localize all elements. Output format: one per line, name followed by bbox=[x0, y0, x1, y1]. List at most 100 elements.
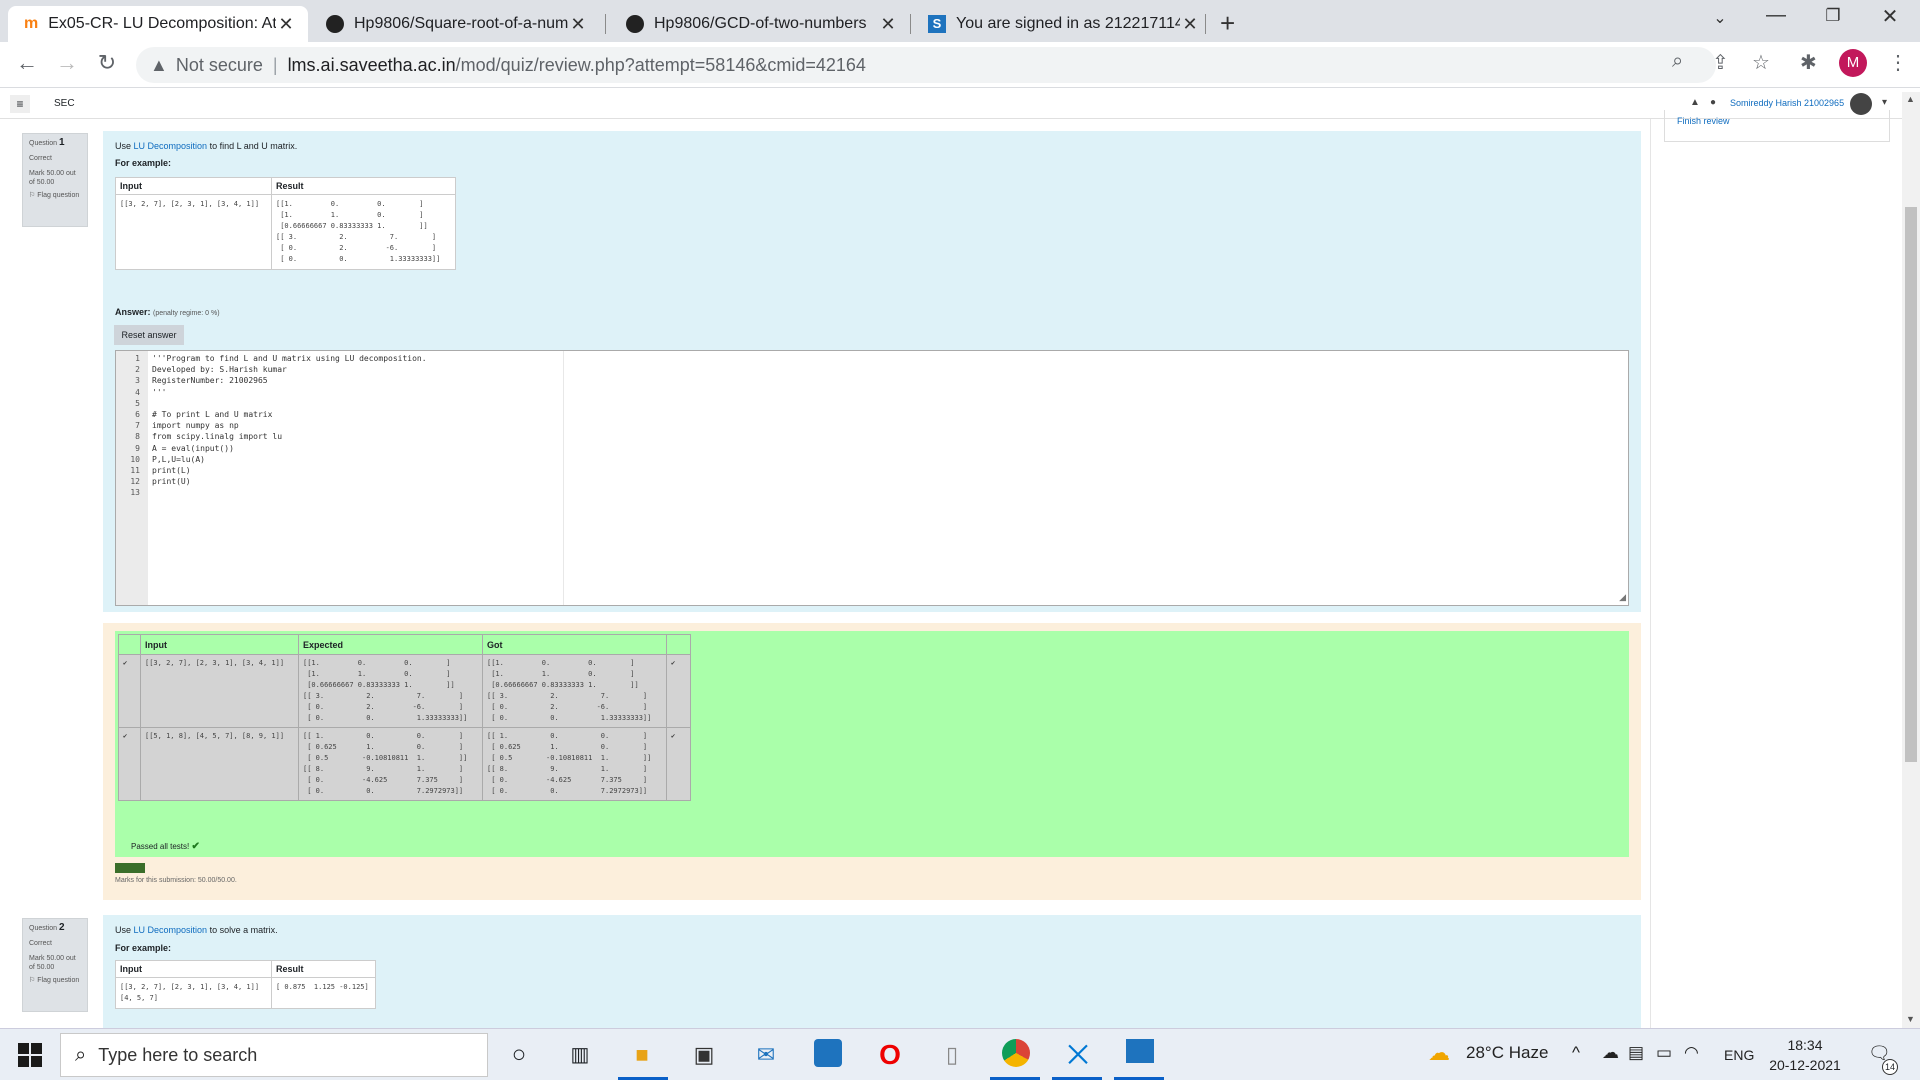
minimize-icon[interactable]: — bbox=[1756, 4, 1796, 27]
question-mark: Mark 50.00 out of 50.00 bbox=[29, 955, 76, 971]
reset-answer-button[interactable]: Reset answer bbox=[114, 325, 184, 345]
clock-date: 20-12-2021 bbox=[1769, 1057, 1841, 1073]
chrome-icon[interactable] bbox=[1000, 1039, 1032, 1071]
taskbar-search[interactable]: ⌕ Type here to search bbox=[60, 1033, 488, 1077]
profile-avatar[interactable]: M bbox=[1839, 49, 1867, 77]
lu-decomposition-link[interactable]: LU Decomposition bbox=[134, 141, 208, 151]
close-icon[interactable]: ✕ bbox=[1180, 14, 1200, 35]
task-view-icon[interactable]: ▥ bbox=[564, 1039, 596, 1071]
column-header: Input bbox=[140, 634, 299, 655]
column-header: Result bbox=[271, 960, 376, 978]
bell-icon[interactable]: ▲ bbox=[1690, 97, 1700, 108]
close-icon[interactable]: ✕ bbox=[568, 14, 588, 35]
marks-text: Marks for this submission: 50.00/50.00. bbox=[115, 877, 237, 884]
battery-icon[interactable]: ▭ bbox=[1656, 1043, 1672, 1063]
new-tab-icon[interactable]: + bbox=[1220, 8, 1235, 39]
wifi-icon[interactable]: ◠ bbox=[1684, 1043, 1699, 1063]
chevron-up-icon[interactable]: ^ bbox=[1572, 1043, 1580, 1063]
back-icon[interactable]: ← bbox=[12, 50, 42, 76]
line-number: 13 bbox=[130, 488, 140, 498]
s-icon: S bbox=[928, 15, 946, 33]
photos-icon[interactable] bbox=[1124, 1039, 1156, 1071]
close-icon[interactable]: ✕ bbox=[276, 14, 296, 35]
chat-icon[interactable]: ● bbox=[1710, 97, 1716, 108]
question-state: Correct bbox=[29, 940, 52, 947]
tab-signed-in[interactable]: S You are signed in as 2122171141 ✕ bbox=[912, 6, 1212, 42]
table-row: [[3, 2, 7], [2, 3, 1], [3, 4, 1]] [[1. 0… bbox=[115, 194, 456, 270]
file-explorer-icon[interactable]: ■ bbox=[626, 1039, 658, 1071]
line-number: 10 bbox=[130, 454, 140, 464]
scroll-down-icon[interactable]: ▼ bbox=[1906, 1014, 1915, 1024]
example-input: [[3, 2, 7], [2, 3, 1], [3, 4, 1]] [4, 5,… bbox=[115, 977, 272, 1009]
tab-github-sqrt[interactable]: Hp9806/Square-root-of-a-numbe ✕ bbox=[310, 6, 600, 42]
store-icon[interactable]: ▣ bbox=[688, 1039, 720, 1071]
example-table: Input Result [[3, 2, 7], [2, 3, 1], [3, … bbox=[115, 177, 456, 270]
address-bar[interactable]: ▲ Not secure | lms.ai.saveetha.ac.in /mo… bbox=[136, 47, 1716, 83]
code-text: RegisterNumber: 21002965 bbox=[152, 376, 268, 386]
example-result: [ 0.875 1.125 -0.125] bbox=[271, 977, 376, 1009]
cortana-icon[interactable]: ○ bbox=[503, 1039, 535, 1071]
kebab-menu-icon[interactable]: ⋮ bbox=[1888, 50, 1908, 75]
chevron-down-icon[interactable]: ▾ bbox=[1882, 97, 1887, 108]
line-number: 6 bbox=[135, 410, 140, 419]
example-result: [[1. 0. 0. ] [1. 1. 0. ] [0.66666667 0.8… bbox=[271, 194, 456, 270]
line-number: 12 bbox=[130, 477, 140, 487]
page-scrollbar[interactable]: ▲ ▼ bbox=[1902, 92, 1920, 1028]
print-margin bbox=[563, 351, 564, 605]
test-expected: [[1. 0. 0. ] [1. 1. 0. ] [0.66666667 0.8… bbox=[298, 654, 483, 728]
for-example-label: For example: bbox=[115, 158, 172, 168]
extensions-icon[interactable]: ✱ bbox=[1800, 50, 1817, 75]
scroll-thumb[interactable] bbox=[1905, 207, 1917, 762]
answer-label: Answer: (penalty regime: 0 %) bbox=[115, 307, 220, 317]
dell-icon[interactable] bbox=[812, 1039, 844, 1071]
vscode-icon[interactable]: ⨉ bbox=[1062, 1039, 1094, 1071]
scroll-up-icon[interactable]: ▲ bbox=[1906, 94, 1915, 104]
window-close-icon[interactable]: ✕ bbox=[1870, 4, 1910, 29]
star-icon[interactable]: ☆ bbox=[1752, 50, 1770, 75]
flag-question[interactable]: ⚐ Flag question bbox=[29, 191, 81, 200]
user-name[interactable]: Somireddy Harish 21002965 bbox=[1730, 98, 1844, 108]
check-icon: ✔ bbox=[191, 841, 200, 852]
check-icon: ✔ bbox=[666, 654, 691, 728]
resize-handle-icon[interactable]: ◢ bbox=[1619, 592, 1626, 603]
column-header: Input bbox=[115, 177, 272, 195]
language-indicator[interactable]: ENG bbox=[1724, 1047, 1754, 1063]
meet-now-icon[interactable]: ▤ bbox=[1628, 1043, 1644, 1063]
status-column-header bbox=[666, 634, 691, 655]
tab-quiz[interactable]: m Ex05-CR- LU Decomposition: Atte ✕ bbox=[8, 6, 308, 42]
onedrive-icon[interactable]: ☁ bbox=[1602, 1043, 1619, 1063]
line-number: 4 bbox=[135, 387, 140, 397]
restore-icon[interactable]: ❐ bbox=[1813, 6, 1853, 26]
reload-icon[interactable]: ↻ bbox=[92, 50, 122, 76]
share-icon[interactable]: ⇪ bbox=[1712, 50, 1729, 75]
hamburger-icon[interactable]: ≡ bbox=[10, 95, 30, 113]
table-row: [[3, 2, 7], [2, 3, 1], [3, 4, 1]] [4, 5,… bbox=[115, 977, 376, 1009]
flag-question[interactable]: ⚐ Flag question bbox=[29, 976, 81, 985]
tab-title: Hp9806/GCD-of-two-numbers bbox=[654, 15, 867, 32]
column-header: Input bbox=[115, 960, 272, 978]
close-icon[interactable]: ✕ bbox=[878, 14, 898, 35]
code-editor[interactable]: 1 '''Program to find L and U matrix using… bbox=[115, 350, 1629, 606]
weather-icon[interactable]: ☁ bbox=[1428, 1040, 1450, 1066]
site-name[interactable]: SEC bbox=[54, 98, 75, 109]
line-number: 2 bbox=[135, 365, 140, 375]
system-clock[interactable]: 18:34 20-12-2021 bbox=[1760, 1035, 1850, 1075]
mail-icon[interactable]: ✉ bbox=[750, 1039, 782, 1071]
opera-icon[interactable]: O bbox=[874, 1039, 906, 1071]
finish-review-link[interactable]: Finish review bbox=[1677, 116, 1730, 126]
windows-start-icon[interactable] bbox=[18, 1043, 42, 1067]
column-header: Expected bbox=[298, 634, 483, 655]
test-results: Input Expected Got ✔ [[3, 2, 7], [2, 3, … bbox=[115, 631, 1629, 857]
code-text: from scipy.linalg import lu bbox=[152, 432, 283, 442]
tab-separator bbox=[605, 14, 606, 34]
file-icon[interactable]: ▯ bbox=[936, 1039, 968, 1071]
line-number: 7 bbox=[135, 421, 140, 431]
quiz-navigation-block: Finish review bbox=[1664, 110, 1890, 142]
tab-search-chevron-icon[interactable]: ⌄ bbox=[1700, 8, 1740, 28]
forward-icon[interactable]: → bbox=[52, 50, 82, 76]
code-text: '''Program to find L and U matrix using … bbox=[152, 354, 427, 363]
zoom-icon[interactable]: ⌕ bbox=[1672, 50, 1683, 73]
weather-text[interactable]: 28°C Haze bbox=[1466, 1043, 1548, 1063]
lu-decomposition-link[interactable]: LU Decomposition bbox=[134, 925, 208, 935]
tab-github-gcd[interactable]: Hp9806/GCD-of-two-numbers ✕ bbox=[610, 6, 910, 42]
